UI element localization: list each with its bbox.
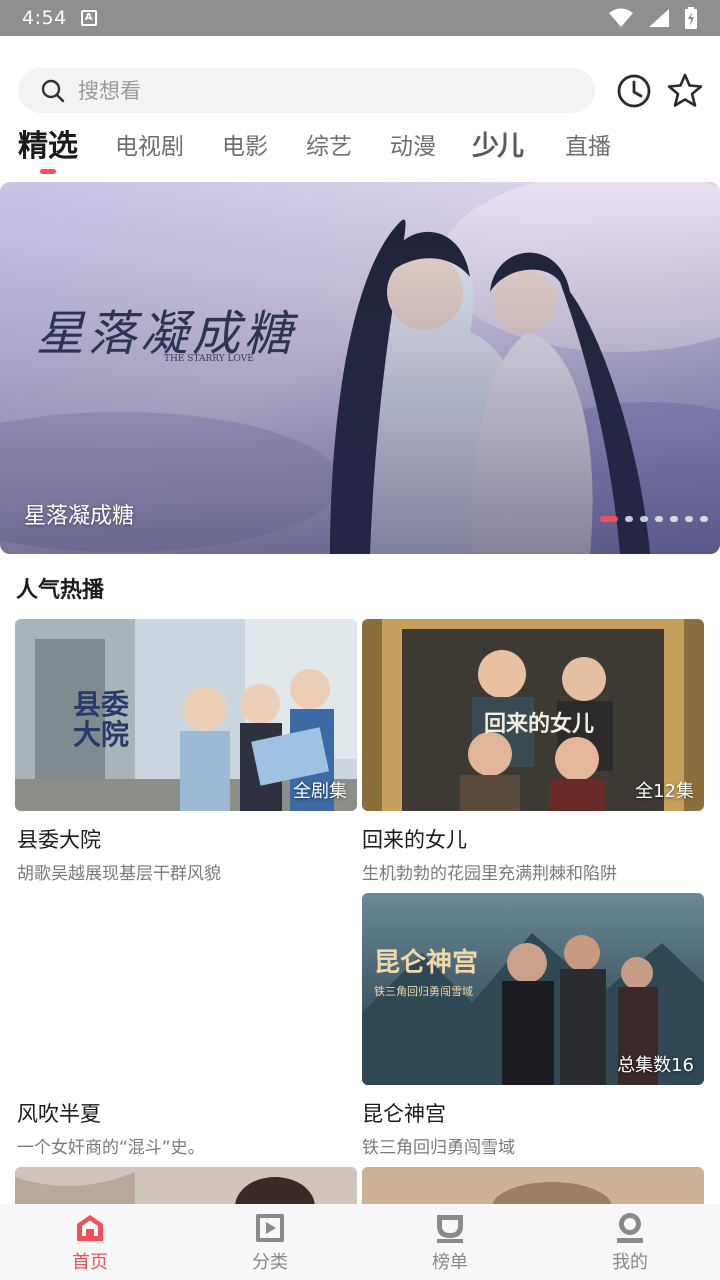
tab-movies[interactable]: 电影 xyxy=(222,124,268,172)
video-card[interactable]: 县委 大院 全剧集 县委大院 胡歌吴越展现基层干群风貌 xyxy=(15,619,357,889)
battery-icon xyxy=(685,7,697,29)
card-description: 生机勃勃的花园里充满荆棘和陷阱 xyxy=(362,864,617,884)
tab-featured[interactable]: 精选 xyxy=(18,124,78,174)
svg-text:大院: 大院 xyxy=(73,718,129,751)
pagination-dot[interactable] xyxy=(670,516,678,522)
card-title: 回来的女儿 xyxy=(362,828,467,852)
pagination-dot[interactable] xyxy=(600,516,618,522)
poster: 昆仑神宫 铁三角回归勇闯雪域 总集数16 xyxy=(362,893,704,1085)
pagination-dot[interactable] xyxy=(640,516,648,522)
search-bar[interactable] xyxy=(18,68,595,113)
poster-image xyxy=(15,1167,357,1207)
episode-badge: 全剧集 xyxy=(293,781,347,802)
signal-icon xyxy=(649,9,669,27)
wifi-icon xyxy=(609,8,633,27)
tab-kids[interactable]: 少儿 xyxy=(472,124,524,172)
status-time: 4:54 xyxy=(22,7,67,29)
favorites-button[interactable] xyxy=(665,71,705,111)
banner-calligraphy-subtitle: THE STARRY LOVE xyxy=(164,354,254,364)
pagination-dot[interactable] xyxy=(685,516,693,522)
nav-home[interactable]: 首页 xyxy=(0,1204,180,1280)
svg-text:县委: 县委 xyxy=(73,688,129,721)
pagination-dot[interactable] xyxy=(625,516,633,522)
card-title: 风吹半夏 xyxy=(17,1102,101,1126)
tab-label: 精选 xyxy=(18,129,78,164)
bottom-navigation: 首页 分类 榜单 我的 xyxy=(0,1204,720,1280)
video-card[interactable]: 回来的女儿 全12集 回来的女儿 生机勃勃的花园里充满荆棘和陷阱 xyxy=(362,619,704,889)
svg-text:铁三角回归勇闯雪域: 铁三角回归勇闯雪域 xyxy=(374,984,473,998)
card-title: 县委大院 xyxy=(17,828,101,852)
poster: 县委 大院 全剧集 xyxy=(15,619,357,811)
home-icon xyxy=(77,1215,103,1241)
tab-active-indicator xyxy=(40,169,56,174)
history-icon xyxy=(617,74,651,108)
pagination-dot[interactable] xyxy=(700,516,708,522)
poster[interactable] xyxy=(15,1167,357,1207)
nav-ranking[interactable]: 榜单 xyxy=(360,1204,540,1280)
tab-tv-series[interactable]: 电视剧 xyxy=(115,124,184,172)
poster-image xyxy=(362,1167,704,1207)
card-description: 铁三角回归勇闯雪域 xyxy=(362,1138,515,1158)
poster[interactable] xyxy=(362,1167,704,1207)
notification-icon: A xyxy=(80,10,97,26)
banner-title: 星落凝成糖 xyxy=(24,504,135,529)
ranking-icon xyxy=(437,1215,463,1243)
card-description: 胡歌吴越展现基层干群风貌 xyxy=(17,864,221,884)
hero-banner[interactable]: 星落凝成糖 THE STARRY LOVE 星落凝成糖 xyxy=(0,182,720,554)
nav-label: 分类 xyxy=(252,1252,288,1273)
banner-pagination xyxy=(600,516,708,522)
tab-variety[interactable]: 综艺 xyxy=(306,124,352,172)
category-tabs: 精选 电视剧 电影 综艺 动漫 少儿 直播 xyxy=(0,124,720,176)
category-icon xyxy=(256,1214,284,1242)
search-icon xyxy=(41,79,65,102)
tab-live[interactable]: 直播 xyxy=(565,124,611,172)
svg-text:昆仑神宫: 昆仑神宫 xyxy=(374,947,478,978)
video-card[interactable]: 风吹半夏 一个女奸商的“混斗”史。 xyxy=(15,893,357,1163)
profile-icon xyxy=(617,1213,643,1243)
nav-category[interactable]: 分类 xyxy=(180,1204,360,1280)
nav-label: 我的 xyxy=(612,1252,648,1273)
nav-label: 榜单 xyxy=(432,1252,468,1273)
star-icon xyxy=(667,73,703,107)
tab-anime[interactable]: 动漫 xyxy=(390,124,436,172)
card-title: 昆仑神宫 xyxy=(362,1102,446,1126)
episode-badge: 全12集 xyxy=(635,781,694,802)
app-screen: 4:54 A 搜想看 精选 电视剧 电影 综艺 动漫 少儿 直播 星落凝成糖 T… xyxy=(0,0,720,1280)
nav-label: 首页 xyxy=(72,1252,108,1273)
video-card[interactable]: 昆仑神宫 铁三角回归勇闯雪域 总集数16 昆仑神宫 铁三角回归勇闯雪域 xyxy=(362,893,704,1163)
poster: 回来的女儿 全12集 xyxy=(362,619,704,811)
history-button[interactable] xyxy=(614,71,654,111)
nav-profile[interactable]: 我的 xyxy=(540,1204,720,1280)
episode-badge: 总集数16 xyxy=(617,1055,694,1076)
pagination-dot[interactable] xyxy=(655,516,663,522)
card-description: 一个女奸商的“混斗”史。 xyxy=(17,1138,205,1158)
section-title: 人气热播 xyxy=(16,578,105,603)
search-input[interactable] xyxy=(78,78,538,103)
svg-text:回来的女儿: 回来的女儿 xyxy=(484,711,594,737)
status-bar: 4:54 A xyxy=(0,0,720,36)
